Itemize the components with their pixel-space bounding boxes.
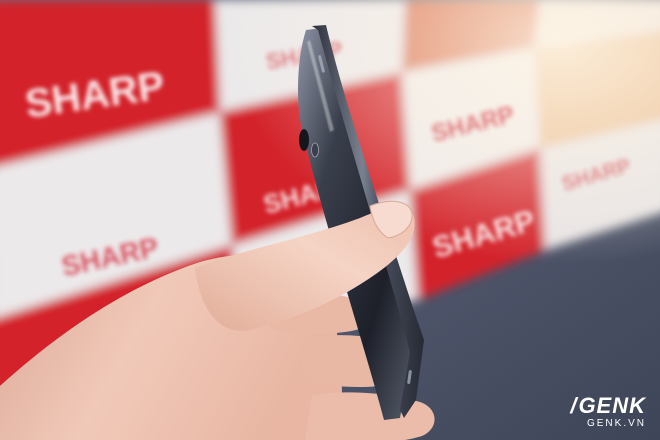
genk-watermark: /GENK GENK.VN [570, 395, 646, 430]
genk-logo: /GENK [570, 393, 646, 418]
photo-scene: SHARP SHARP SHARP SHARP SHARP SHARP SHAR… [0, 0, 660, 440]
photo-illustration: SHARP SHARP SHARP SHARP SHARP SHARP SHAR… [0, 0, 660, 440]
genk-domain: GENK.VN [586, 418, 646, 429]
